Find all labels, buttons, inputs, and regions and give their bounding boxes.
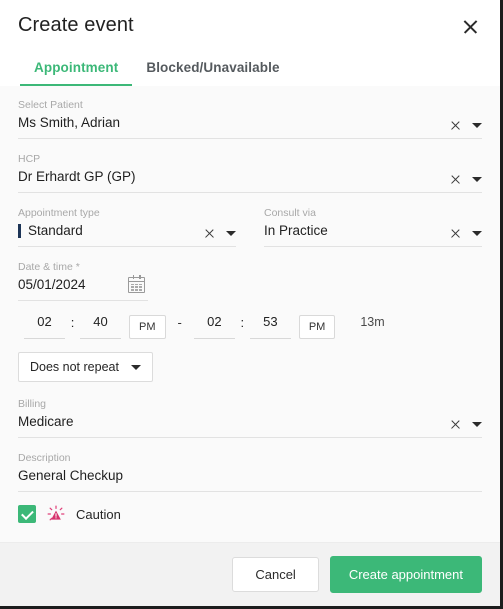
select-patient-adornments — [450, 120, 482, 131]
repeat-select-value: Does not repeat — [30, 360, 119, 374]
select-patient-value: Ms Smith, Adrian — [18, 115, 121, 130]
caution-checkbox[interactable] — [18, 505, 36, 523]
clear-icon[interactable] — [450, 120, 461, 131]
tab-blocked-unavailable[interactable]: Blocked/Unavailable — [132, 54, 293, 86]
clear-icon[interactable] — [450, 174, 461, 185]
start-hour-input[interactable]: 02 — [24, 314, 65, 339]
calendar-icon[interactable] — [128, 274, 145, 293]
field-appointment-type[interactable]: Appointment type Standard — [18, 206, 236, 247]
clear-icon[interactable] — [450, 419, 461, 430]
chevron-down-icon[interactable] — [472, 422, 482, 427]
consult-via-label: Consult via — [264, 207, 316, 219]
chevron-down-icon[interactable] — [472, 177, 482, 182]
dialog-footer: Cancel Create appointment — [0, 542, 500, 606]
field-select-patient[interactable]: Select Patient Ms Smith, Adrian — [18, 98, 482, 139]
hcp-value: Dr Erhardt GP (GP) — [18, 169, 136, 184]
dialog-body: Select Patient Ms Smith, Adrian HCP Dr E… — [0, 86, 500, 542]
caution-label: Caution — [76, 506, 121, 522]
end-time-colon: : — [240, 314, 245, 330]
appointment-type-adornments — [204, 228, 236, 239]
hcp-label: HCP — [18, 153, 41, 165]
field-date[interactable]: Date & time * 05/01/2024 — [18, 260, 148, 301]
appointment-type-color-swatch — [18, 223, 21, 238]
description-value: General Checkup — [18, 468, 124, 483]
chevron-down-icon — [130, 364, 141, 370]
create-event-dialog: Create event Appointment Blocked/Unavail… — [0, 0, 503, 609]
close-icon[interactable] — [460, 16, 482, 38]
duration-text: 13m — [360, 315, 385, 329]
create-appointment-button[interactable]: Create appointment — [329, 556, 482, 593]
page-title: Create event — [18, 14, 134, 36]
description-label: Description — [18, 452, 71, 464]
field-description[interactable]: Description General Checkup — [18, 451, 482, 492]
cancel-button[interactable]: Cancel — [232, 557, 319, 592]
end-hour-input[interactable]: 02 — [193, 314, 235, 339]
time-range-row: 02 : 40 PM - 02 : 53 PM 13m — [18, 314, 482, 339]
time-range-separator: - — [177, 314, 182, 330]
select-patient-label: Select Patient — [18, 99, 83, 111]
start-meridiem-toggle[interactable]: PM — [129, 314, 166, 339]
billing-adornments — [450, 419, 482, 430]
end-meridiem-toggle[interactable]: PM — [298, 314, 336, 339]
end-minute-input[interactable]: 53 — [249, 314, 291, 339]
title-row: Create event — [18, 14, 482, 38]
dialog-header: Create event Appointment Blocked/Unavail… — [0, 0, 500, 86]
appointment-type-label: Appointment type — [18, 207, 100, 219]
field-billing[interactable]: Billing Medicare — [18, 397, 482, 438]
appointment-type-value: Standard — [28, 223, 83, 238]
chevron-down-icon[interactable] — [226, 231, 236, 236]
clear-icon[interactable] — [204, 228, 215, 239]
billing-value: Medicare — [18, 414, 74, 429]
chevron-down-icon[interactable] — [472, 123, 482, 128]
tab-list: Appointment Blocked/Unavailable — [18, 54, 482, 86]
start-time-colon: : — [70, 314, 75, 330]
date-label: Date & time * — [18, 261, 80, 273]
field-consult-via[interactable]: Consult via In Practice — [264, 206, 482, 247]
type-consult-row: Appointment type Standard Consult via In… — [18, 206, 482, 260]
caution-icon — [47, 505, 65, 521]
start-minute-input[interactable]: 40 — [80, 314, 121, 339]
consult-via-adornments — [450, 228, 482, 239]
hcp-adornments — [450, 174, 482, 185]
billing-label: Billing — [18, 398, 47, 410]
date-value-row: 05/01/2024 — [18, 274, 148, 294]
date-value: 05/01/2024 — [18, 277, 86, 292]
caution-row[interactable]: Caution — [18, 505, 482, 523]
field-hcp[interactable]: HCP Dr Erhardt GP (GP) — [18, 152, 482, 193]
tab-appointment[interactable]: Appointment — [20, 54, 133, 86]
clear-icon[interactable] — [450, 228, 461, 239]
repeat-select[interactable]: Does not repeat — [18, 352, 153, 382]
chevron-down-icon[interactable] — [472, 231, 482, 236]
